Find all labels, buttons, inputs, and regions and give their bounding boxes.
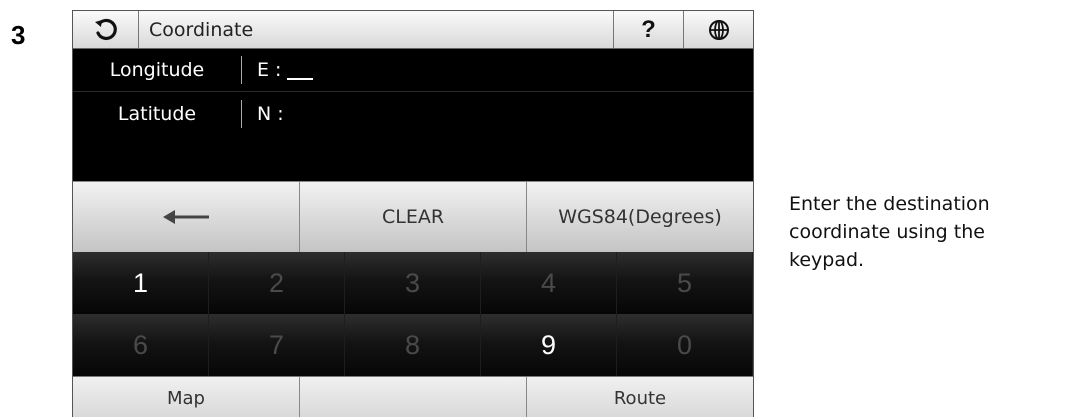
latitude-label: Latitude xyxy=(117,103,197,125)
instruction-line: keypad. xyxy=(789,249,865,271)
longitude-field[interactable]: E : xyxy=(257,49,314,91)
globe-button[interactable] xyxy=(683,11,753,48)
help-button[interactable]: ? xyxy=(613,11,683,48)
key-4: 4 xyxy=(481,252,617,314)
key-1[interactable]: 1 xyxy=(73,252,209,314)
longitude-row[interactable]: Longitude E : xyxy=(73,49,753,92)
latitude-field[interactable]: N : xyxy=(257,93,284,135)
keypad: 12345 67890 xyxy=(73,252,753,376)
map-button[interactable]: Map xyxy=(73,377,300,417)
navigation-screen: Coordinate ? Longitude E : Latitude N : xyxy=(72,10,754,417)
key-8: 8 xyxy=(345,314,481,376)
back-button[interactable] xyxy=(73,11,139,48)
instruction-line: Enter the destination xyxy=(789,193,990,215)
bottom-bar: Map Route xyxy=(73,376,753,417)
clear-button[interactable]: CLEAR xyxy=(300,182,527,252)
divider xyxy=(241,56,242,84)
longitude-prefix: E : xyxy=(257,59,282,81)
title-bar: Coordinate ? xyxy=(73,11,753,49)
instruction-line: coordinate using the xyxy=(789,221,985,243)
longitude-label: Longitude xyxy=(109,59,205,81)
key-3: 3 xyxy=(345,252,481,314)
function-row: CLEAR WGS84(Degrees) xyxy=(73,181,753,252)
latitude-prefix: N : xyxy=(257,103,284,125)
step-number: 3 xyxy=(11,20,26,50)
left-arrow-icon xyxy=(163,210,209,224)
key-2: 2 xyxy=(209,252,345,314)
empty-button xyxy=(300,377,527,417)
key-9[interactable]: 9 xyxy=(481,314,617,376)
key-7: 7 xyxy=(209,314,345,376)
instruction-text: Enter the destination coordinate using t… xyxy=(789,190,1079,274)
refresh-icon xyxy=(94,18,117,40)
globe-icon xyxy=(708,19,729,40)
route-button[interactable]: Route xyxy=(527,377,753,417)
latitude-row[interactable]: Latitude N : xyxy=(73,93,753,135)
backspace-button[interactable] xyxy=(73,182,300,252)
page-title: Coordinate xyxy=(149,18,254,41)
key-6: 6 xyxy=(73,314,209,376)
text-cursor xyxy=(287,60,314,80)
key-5: 5 xyxy=(617,252,753,314)
divider xyxy=(241,100,242,128)
key-0: 0 xyxy=(617,314,753,376)
datum-button[interactable]: WGS84(Degrees) xyxy=(527,182,753,252)
